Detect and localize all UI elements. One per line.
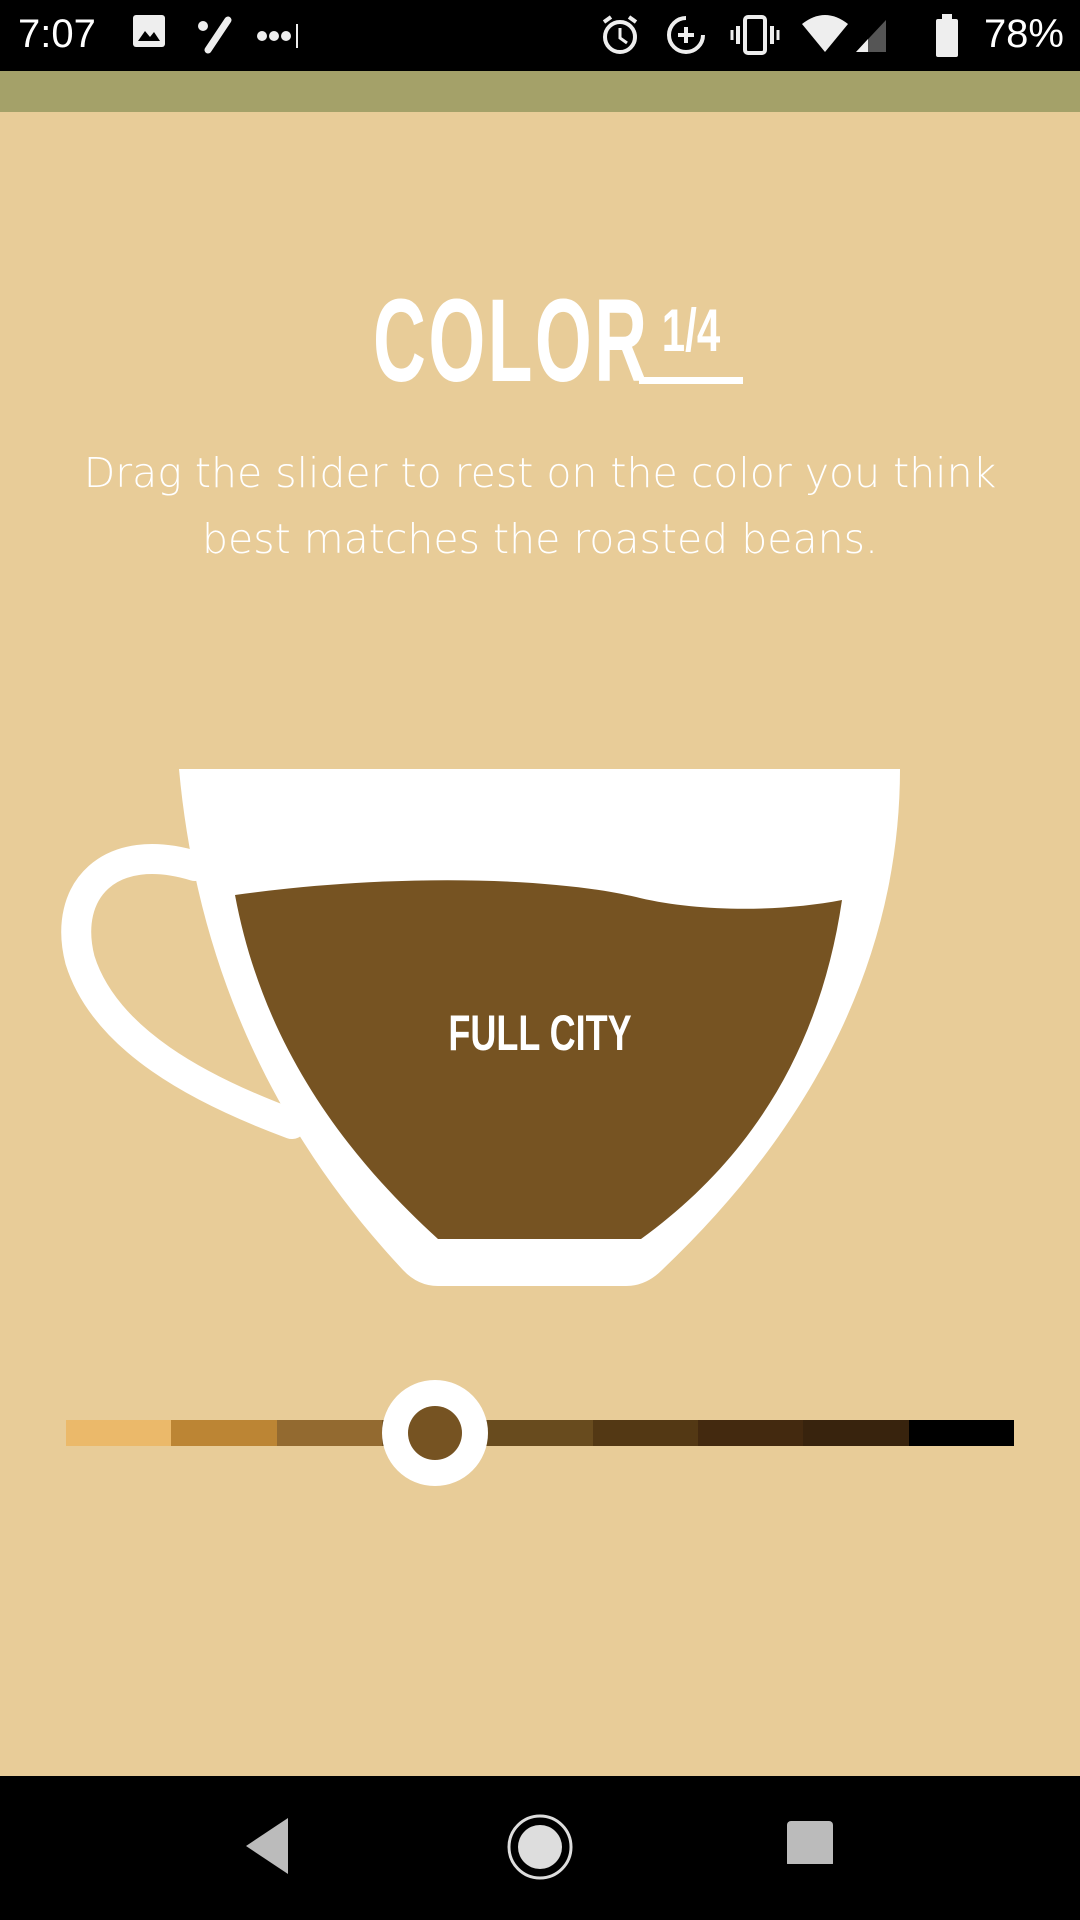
data-saver-icon	[667, 16, 705, 54]
navigation-bar	[0, 1776, 1080, 1920]
slider-thumb-color	[407, 1406, 462, 1460]
roast-label: FULL CITY	[448, 1005, 632, 1061]
step-indicator: 1/4	[661, 297, 721, 364]
wifi-icon	[802, 15, 886, 52]
slider-segment[interactable]	[592, 1420, 698, 1446]
slider-segment[interactable]	[276, 1420, 382, 1446]
alarm-icon	[602, 15, 638, 54]
instructions: Drag the slider to rest on the color you…	[83, 449, 997, 563]
recents-icon[interactable]	[785, 1814, 835, 1864]
slider-segment[interactable]	[487, 1420, 593, 1446]
slider-thumb[interactable]	[381, 1380, 488, 1486]
battery-icon	[936, 14, 958, 57]
app-bar	[0, 71, 1080, 112]
slider-segment[interactable]	[908, 1420, 1014, 1446]
back-icon[interactable]	[240, 1814, 296, 1878]
pen-icon	[198, 16, 232, 54]
slider-segment[interactable]	[697, 1420, 804, 1446]
slider-segment[interactable]	[66, 1420, 172, 1446]
page-title: COLOR	[373, 275, 650, 407]
slider-segment[interactable]	[171, 1420, 277, 1446]
status-time: 7:07	[18, 12, 96, 56]
vibrate-icon	[730, 15, 780, 55]
step-underline	[639, 377, 743, 384]
roast-color-slider[interactable]	[66, 1420, 1014, 1446]
status-bar: 7:07 78%	[0, 0, 1080, 71]
slider-segment[interactable]	[803, 1420, 909, 1446]
more-dots-icon	[257, 24, 298, 48]
battery-percent: 78%	[983, 12, 1064, 56]
image-icon	[133, 15, 165, 47]
home-icon[interactable]	[505, 1814, 575, 1884]
